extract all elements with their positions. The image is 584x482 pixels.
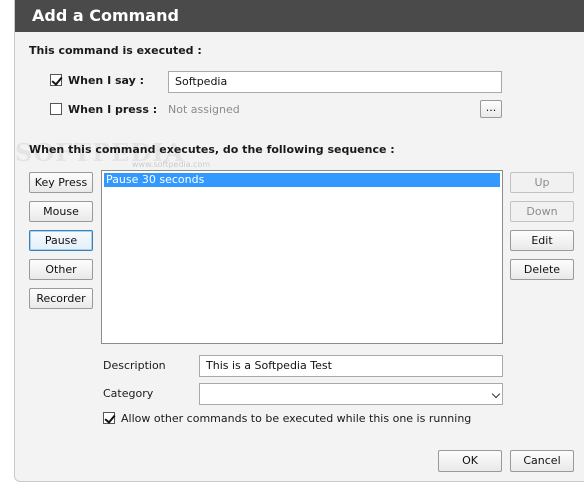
when-i-say-input[interactable]: Softpedia xyxy=(168,71,502,93)
category-label: Category xyxy=(103,387,154,400)
category-select[interactable] xyxy=(199,383,503,405)
dialog-title: Add a Command xyxy=(15,0,584,32)
trigger-heading: This command is executed : xyxy=(29,44,202,57)
description-input[interactable]: This is a Softpedia Test xyxy=(199,355,503,377)
when-i-press-checkbox[interactable] xyxy=(50,103,62,115)
cancel-button[interactable]: Cancel xyxy=(510,450,574,472)
ok-button[interactable]: OK xyxy=(438,450,502,472)
key-press-button[interactable]: Key Press xyxy=(29,172,93,193)
chevron-down-icon xyxy=(491,389,501,399)
hotkey-browse-button[interactable]: ... xyxy=(480,100,502,118)
description-label: Description xyxy=(103,359,166,372)
checkmark-icon xyxy=(51,74,63,86)
edit-button[interactable]: Edit xyxy=(510,230,574,251)
recorder-button[interactable]: Recorder xyxy=(29,288,93,309)
hotkey-value: Not assigned xyxy=(168,103,240,116)
checkmark-icon xyxy=(104,412,116,424)
list-item[interactable]: Pause 30 seconds xyxy=(104,173,500,187)
when-i-press-label: When I press : xyxy=(68,103,158,116)
when-i-say-checkbox[interactable] xyxy=(50,74,63,86)
other-button[interactable]: Other xyxy=(29,259,93,280)
up-button[interactable]: Up xyxy=(510,172,574,193)
pause-button[interactable]: Pause xyxy=(29,230,93,251)
delete-button[interactable]: Delete xyxy=(510,259,574,280)
watermark-url: www.softpedia.com xyxy=(132,160,211,169)
sequence-heading: When this command executes, do the follo… xyxy=(29,143,395,156)
mouse-button[interactable]: Mouse xyxy=(29,201,93,222)
when-i-say-label: When I say : xyxy=(68,74,145,87)
add-command-dialog: Add a Command SOFTPEDIA www.softpedia.co… xyxy=(14,0,584,482)
allow-concurrent-label: Allow other commands to be executed whil… xyxy=(121,412,472,425)
allow-concurrent-checkbox[interactable] xyxy=(103,412,116,424)
sequence-list[interactable]: Pause 30 seconds xyxy=(101,170,503,344)
down-button[interactable]: Down xyxy=(510,201,574,222)
